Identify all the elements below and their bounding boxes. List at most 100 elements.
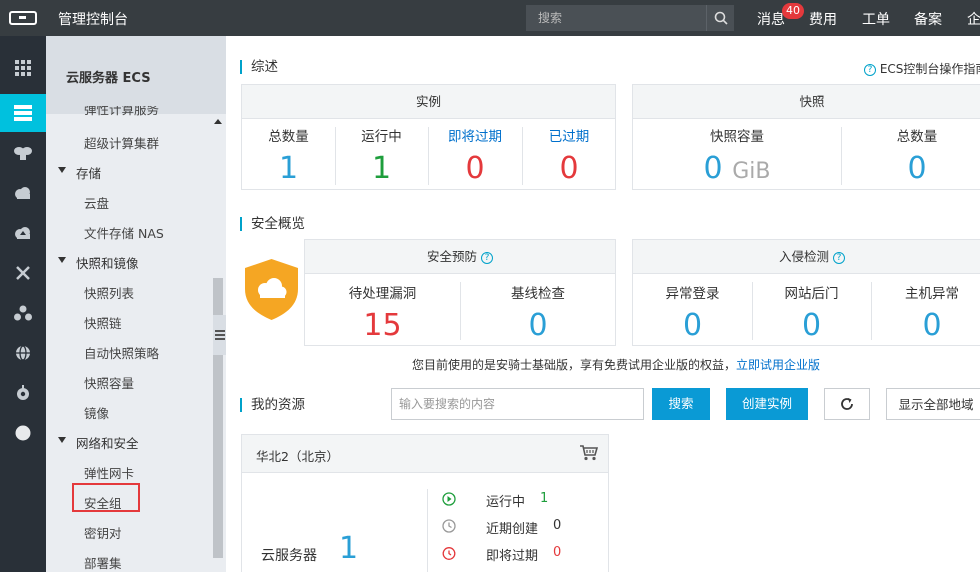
scroll-up-icon[interactable] (214, 119, 222, 124)
global-search (526, 5, 734, 31)
sidebar-item[interactable]: 弹性网卡 (46, 456, 211, 486)
selected-item-highlight (72, 483, 140, 512)
refresh-button[interactable] (824, 388, 870, 420)
sidebar-item-label: 快照和镜像 (76, 256, 139, 271)
rail-global[interactable] (0, 334, 46, 372)
status-label: 即将过期 (486, 549, 539, 564)
sidebar-item[interactable]: 部署集 (46, 546, 211, 572)
host-anomaly[interactable]: 主机异常 0 (871, 282, 980, 343)
global-search-input[interactable] (526, 5, 706, 31)
rail-cluster[interactable] (0, 294, 46, 332)
rail-ecs[interactable] (0, 94, 46, 132)
sidebar-group[interactable]: 快照和镜像 (46, 246, 211, 276)
search-icon (714, 11, 728, 25)
nav-icp[interactable]: 备案 (914, 9, 942, 29)
metric-value: 0 (465, 151, 485, 186)
sidebar-group[interactable]: 网络和安全 (46, 426, 211, 456)
menu-collapse-icon (214, 330, 225, 340)
network-icon (16, 266, 30, 280)
intrusion-header-label: 入侵检测 (779, 249, 830, 264)
region-card: 华北2（北京） 云服务器 1 运行中 1 近期创建 0 即将过期 0 (241, 434, 609, 572)
rail-ai[interactable] (0, 134, 46, 172)
intrusion-card-header: 入侵检测 ? (633, 240, 980, 274)
resource-search-button[interactable]: 搜索 (652, 388, 710, 420)
sidebar-item[interactable]: 自动快照策略 (46, 336, 211, 366)
prevention-card: 安全预防 ? 待处理漏洞 15 基线检查 0 (304, 239, 616, 346)
sidebar-item[interactable]: 镜像 (46, 396, 211, 426)
circle-icon (15, 425, 31, 441)
sidebar-item-label: 超级计算集群 (84, 136, 160, 151)
sidebar-item[interactable]: 快照列表 (46, 276, 211, 306)
nav-enterprise[interactable]: 企 (967, 9, 980, 29)
rail-settings[interactable] (0, 374, 46, 412)
sidebar-item[interactable]: 快照链 (46, 306, 211, 336)
abnormal-login[interactable]: 异常登录 0 (633, 282, 752, 343)
sidebar-item-elastic-compute[interactable]: 弹性计算服务 (46, 106, 211, 124)
sidebar-item-label: 云盘 (84, 196, 110, 211)
metric-value: 0 (682, 308, 703, 343)
sidebar-item[interactable]: 文件存储 NAS (46, 216, 211, 246)
baseline-check[interactable]: 基线检查 0 (460, 282, 616, 343)
guide-link-wrap[interactable]: ? ECS控制台操作指南 (864, 60, 980, 77)
sidebar-item-label: 文件存储 NAS (84, 226, 164, 241)
product-rail (0, 36, 46, 572)
snapshot-capacity[interactable]: 快照容量 0 GiB (633, 125, 841, 186)
sidebar-collapse-toggle[interactable] (213, 315, 226, 355)
snapshot-total[interactable]: 总数量 0 (841, 125, 980, 186)
nav-billing[interactable]: 费用 (809, 9, 837, 29)
snapshots-card: 快照 快照容量 0 GiB 总数量 0 (632, 84, 980, 190)
sidebar-item[interactable]: 快照容量 (46, 366, 211, 396)
instances-total[interactable]: 总数量 1 (242, 125, 335, 186)
rail-more[interactable] (0, 414, 46, 452)
rail-cdn[interactable] (0, 214, 46, 252)
resources-title: 我的资源 (240, 398, 305, 412)
settings-icon (17, 385, 29, 400)
snapshots-card-header: 快照 (633, 85, 980, 119)
sidebar-item-label: 自动快照策略 (84, 346, 160, 361)
overview-title: 综述 (240, 60, 278, 74)
intrusion-card: 入侵检测 ? 异常登录 0 网站后门 0 主机异常 0 (632, 239, 980, 346)
metric-label: 总数量 (268, 129, 309, 145)
pending-vulnerabilities[interactable]: 待处理漏洞 15 (305, 282, 460, 343)
website-backdoor[interactable]: 网站后门 0 (752, 282, 871, 343)
nav-messages[interactable]: 消息 (757, 9, 785, 29)
sidebar-item-label: 快照链 (84, 316, 122, 331)
search-button[interactable] (706, 5, 734, 31)
help-icon[interactable]: ? (481, 251, 493, 264)
status-label: 近期创建 (486, 522, 539, 537)
instances-expired[interactable]: 已过期 0 (522, 125, 616, 186)
aliyun-logo-icon (9, 11, 37, 25)
sidebar-item[interactable]: 密钥对 (46, 516, 211, 546)
instances-running[interactable]: 运行中 1 (335, 125, 428, 186)
status-value: 1 (540, 491, 549, 506)
status-value: 0 (553, 545, 562, 560)
guide-link[interactable]: ECS控制台操作指南 (880, 62, 980, 76)
metric-label: 即将过期 (448, 129, 502, 145)
grid-icon (15, 60, 31, 76)
instances-expiring[interactable]: 即将过期 0 (428, 125, 522, 186)
show-all-regions-button[interactable]: 显示全部地域 (886, 388, 980, 420)
sidebar-group[interactable]: 存储 (46, 156, 211, 186)
app-title[interactable]: 管理控制台 (58, 9, 128, 29)
clock-icon (442, 519, 456, 533)
rail-all-products[interactable] (0, 49, 46, 87)
rail-storage[interactable] (0, 174, 46, 212)
sidebar-item[interactable]: 云盘 (46, 186, 211, 216)
metric-value: 0 (922, 308, 942, 343)
sidebar-item-label: 部署集 (84, 556, 122, 571)
region-name[interactable]: 华北2（北京） (256, 446, 339, 465)
try-enterprise-link[interactable]: 立即试用企业版 (736, 358, 820, 372)
create-instance-button[interactable]: 创建实例 (726, 388, 808, 420)
instances-card: 实例 总数量 1 运行中 1 即将过期 0 已过期 0 (241, 84, 616, 190)
cart-icon[interactable] (580, 445, 598, 461)
resource-search-input[interactable] (391, 388, 644, 420)
help-icon[interactable]: ? (833, 251, 845, 264)
service-count[interactable]: 1 (339, 531, 358, 566)
sidebar-item-label: 网络和安全 (76, 436, 139, 451)
alarm-icon (442, 547, 456, 560)
nav-tickets[interactable]: 工单 (862, 9, 890, 29)
rail-network[interactable] (0, 254, 46, 292)
logo[interactable] (0, 0, 46, 36)
sidebar-item[interactable]: 超级计算集群 (46, 126, 211, 156)
metric-label: 已过期 (548, 129, 590, 145)
